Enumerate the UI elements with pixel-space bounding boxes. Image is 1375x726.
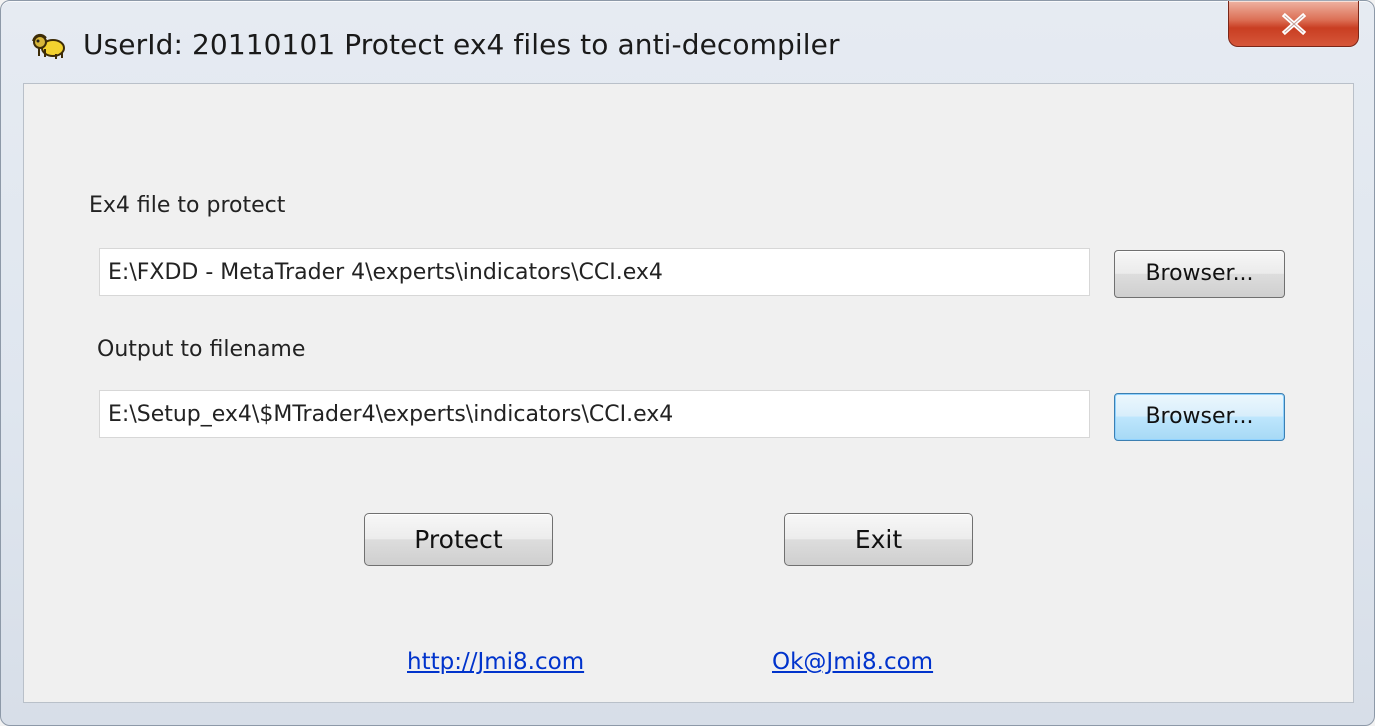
website-link[interactable]: http://Jmi8.com — [407, 647, 584, 677]
input-file-path[interactable] — [99, 248, 1090, 296]
output-file-path[interactable] — [99, 390, 1090, 438]
input-browse-button[interactable]: Browser... — [1114, 250, 1285, 298]
close-button[interactable] — [1228, 1, 1359, 47]
email-link[interactable]: Ok@Jmi8.com — [772, 647, 933, 677]
exit-button[interactable]: Exit — [784, 513, 973, 566]
output-file-label: Output to filename — [97, 337, 306, 362]
close-icon — [1281, 12, 1306, 35]
output-browse-button[interactable]: Browser... — [1114, 393, 1285, 441]
title-bar: UserId: 20110101 Protect ex4 files to an… — [1, 1, 1374, 83]
dialog-body: Ex4 file to protect Browser... Output to… — [23, 83, 1354, 703]
window-title: UserId: 20110101 Protect ex4 files to an… — [83, 28, 840, 61]
app-window: UserId: 20110101 Protect ex4 files to an… — [0, 0, 1375, 726]
protect-button[interactable]: Protect — [364, 513, 553, 566]
camel-app-icon — [32, 33, 65, 59]
input-file-label: Ex4 file to protect — [89, 193, 286, 218]
